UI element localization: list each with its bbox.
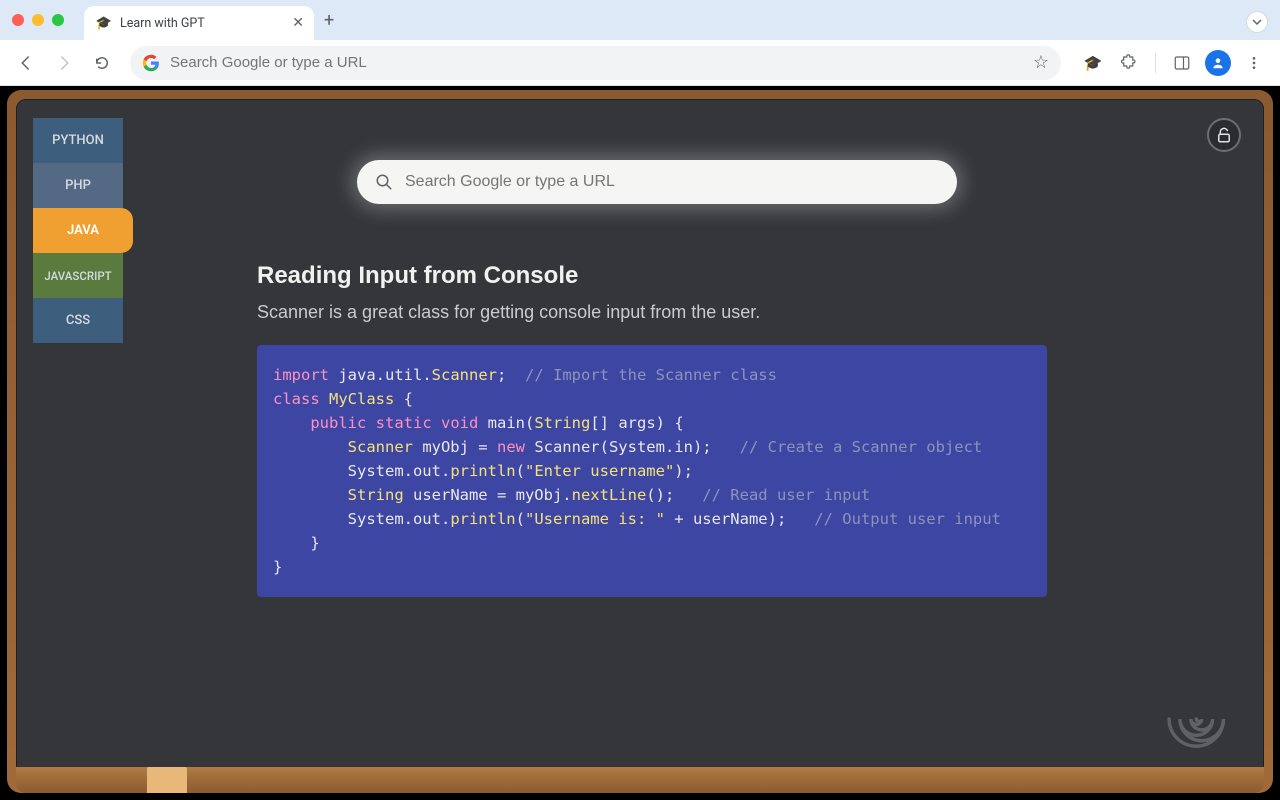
loading-spiral-icon: [1165, 685, 1233, 753]
window-controls: [12, 14, 64, 26]
toolbar-separator: [1155, 53, 1156, 73]
google-icon: [142, 54, 160, 72]
lock-button[interactable]: [1207, 118, 1241, 152]
reload-icon: [93, 54, 111, 72]
new-tab-button[interactable]: +: [324, 10, 334, 31]
kebab-icon: [1246, 55, 1262, 71]
extensions-button[interactable]: [1113, 47, 1145, 79]
tabs-dropdown-button[interactable]: [1246, 11, 1268, 33]
chalk-tray: [147, 767, 187, 793]
browser-tab[interactable]: 🎓 Learn with GPT ✕: [84, 6, 314, 40]
lesson-subtitle: Scanner is a great class for getting con…: [257, 302, 1223, 323]
window-minimize[interactable]: [32, 14, 44, 26]
arrow-left-icon: [17, 54, 35, 72]
tab-favicon-icon: 🎓: [96, 15, 112, 31]
forward-button[interactable]: [48, 47, 80, 79]
page-search-input[interactable]: [405, 173, 939, 191]
menu-button[interactable]: [1238, 47, 1270, 79]
search-icon: [375, 173, 393, 191]
chalkboard: PYTHON PHP JAVA JAVASCRIPT CSS: [16, 99, 1264, 784]
tab-javascript[interactable]: JAVASCRIPT: [33, 253, 123, 298]
tab-java[interactable]: JAVA: [33, 208, 133, 253]
browser-toolbar: ☆ 🎓: [0, 40, 1280, 86]
reload-button[interactable]: [86, 47, 118, 79]
window-close[interactable]: [12, 14, 24, 26]
chevron-down-icon: [1252, 17, 1262, 27]
arrow-right-icon: [55, 54, 73, 72]
grad-cap-icon: 🎓: [1084, 54, 1103, 72]
tab-python[interactable]: PYTHON: [33, 118, 123, 163]
chalkboard-frame: PYTHON PHP JAVA JAVASCRIPT CSS: [7, 90, 1273, 793]
browser-tab-strip: 🎓 Learn with GPT ✕ +: [0, 0, 1280, 40]
unlock-icon: [1215, 126, 1233, 144]
back-button[interactable]: [10, 47, 42, 79]
bookmark-star-icon[interactable]: ☆: [1033, 52, 1049, 73]
profile-button[interactable]: [1202, 47, 1234, 79]
extension-gpt-button[interactable]: 🎓: [1077, 47, 1109, 79]
toolbar-right: 🎓: [1077, 47, 1270, 79]
side-panel-button[interactable]: [1166, 47, 1198, 79]
omnibox-input[interactable]: [170, 54, 1023, 71]
tab-php[interactable]: PHP: [33, 163, 123, 208]
page-viewport: PYTHON PHP JAVA JAVASCRIPT CSS: [0, 86, 1280, 800]
omnibox[interactable]: ☆: [130, 46, 1061, 80]
close-icon[interactable]: ✕: [292, 15, 304, 31]
lesson-content: Reading Input from Console Scanner is a …: [257, 160, 1223, 597]
lesson-title: Reading Input from Console: [257, 262, 1223, 290]
puzzle-icon: [1120, 54, 1138, 72]
code-block: import java.util.Scanner; // Import the …: [257, 345, 1047, 597]
page-search[interactable]: [357, 160, 957, 204]
language-tabs: PYTHON PHP JAVA JAVASCRIPT CSS: [33, 118, 133, 343]
tab-css[interactable]: CSS: [33, 298, 123, 343]
avatar-icon: [1205, 50, 1231, 76]
tab-title: Learn with GPT: [120, 16, 284, 31]
sidepanel-icon: [1173, 54, 1191, 72]
window-maximize[interactable]: [52, 14, 64, 26]
